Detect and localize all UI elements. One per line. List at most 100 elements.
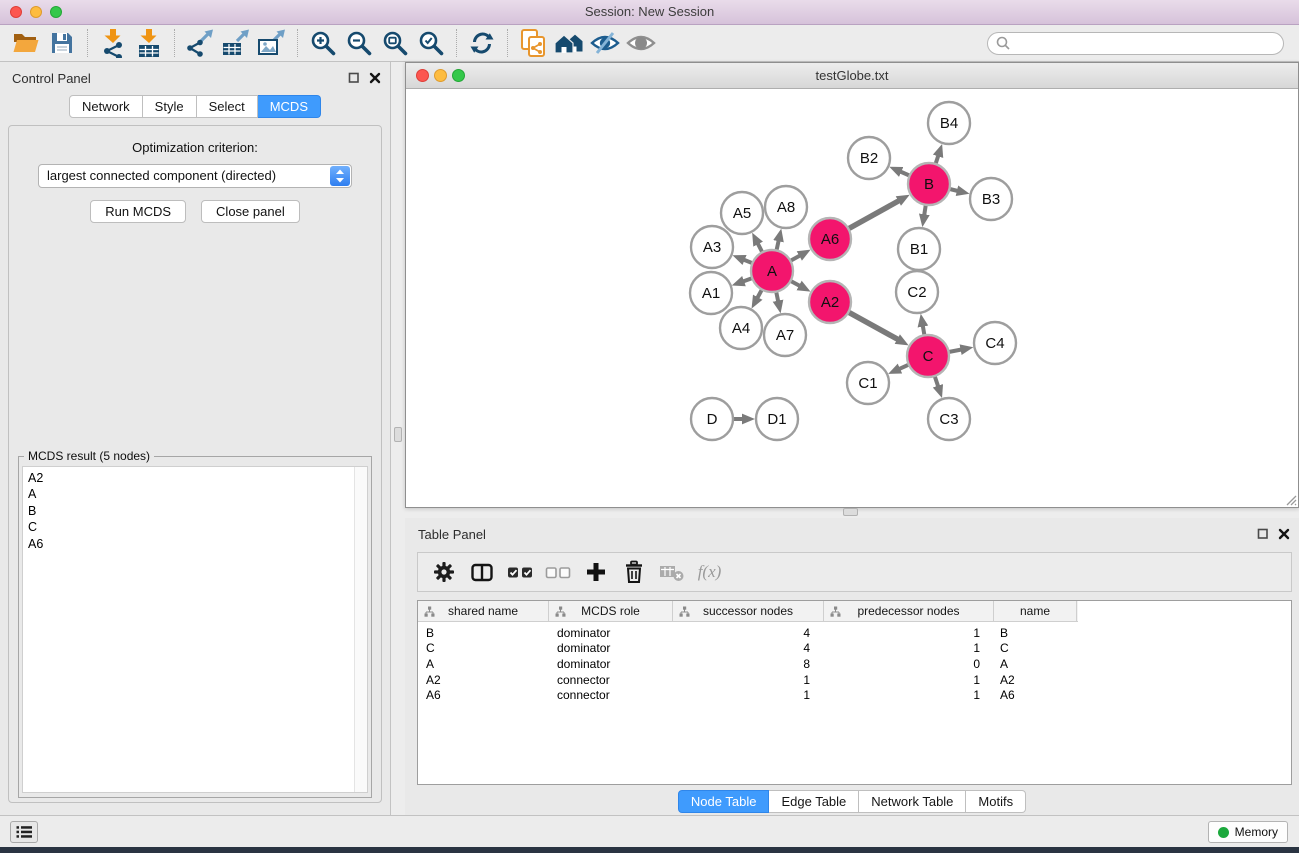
network-graph[interactable]: B4B2BB3A5A8A6A3B1AA1C2A2A4A7C4CC1C3DD1 [406, 89, 1298, 507]
optimization-criterion-select[interactable]: largest connected component (directed) [38, 164, 352, 188]
table-cell[interactable]: dominator [549, 626, 673, 640]
table-row[interactable]: Cdominator41C [418, 641, 1291, 657]
float-panel-icon[interactable] [1257, 528, 1269, 540]
mcds-result-list[interactable]: A2ABCA6 [22, 466, 368, 793]
network-close-button[interactable] [416, 69, 429, 82]
table-cell[interactable]: A [994, 657, 1077, 671]
network-window-titlebar[interactable]: testGlobe.txt [406, 63, 1298, 89]
table-cell[interactable]: 4 [673, 626, 824, 640]
column-header-mcds-role[interactable]: MCDS role [549, 601, 673, 621]
table-cell[interactable]: 4 [673, 641, 824, 655]
tab-motifs[interactable]: Motifs [966, 790, 1026, 813]
node-A1[interactable]: A1 [690, 272, 732, 314]
node-C2[interactable]: C2 [896, 271, 938, 313]
node-B1[interactable]: B1 [898, 228, 940, 270]
zoom-in-button[interactable] [305, 27, 341, 59]
table-cell[interactable]: A2 [994, 673, 1077, 687]
open-session-button[interactable] [8, 27, 44, 59]
node-C1[interactable]: C1 [847, 362, 889, 404]
table-row[interactable]: Bdominator41B [418, 625, 1291, 641]
table-cell[interactable]: C [994, 641, 1077, 655]
tab-mcds[interactable]: MCDS [258, 95, 321, 118]
table-cell[interactable]: 1 [673, 688, 824, 702]
table-cell[interactable]: 1 [824, 673, 994, 687]
node-A6[interactable]: A6 [809, 218, 851, 260]
select-all-checkboxes-button[interactable] [504, 557, 535, 588]
node-B[interactable]: B [908, 163, 950, 205]
float-panel-icon[interactable] [348, 72, 360, 84]
column-header-predecessor-nodes[interactable]: predecessor nodes [824, 601, 994, 621]
table-cell[interactable]: 8 [673, 657, 824, 671]
node-A2[interactable]: A2 [809, 281, 851, 323]
tab-select[interactable]: Select [197, 95, 258, 118]
memory-button[interactable]: Memory [1208, 821, 1288, 843]
table-cell[interactable]: 1 [824, 641, 994, 655]
search-field[interactable] [987, 32, 1284, 55]
node-B3[interactable]: B3 [970, 178, 1012, 220]
resize-grip-icon[interactable] [1283, 492, 1297, 506]
mcds-result-item[interactable]: A [28, 486, 367, 502]
refresh-layout-button[interactable] [464, 27, 500, 59]
save-session-button[interactable] [44, 27, 80, 59]
table-cell[interactable]: C [418, 641, 549, 655]
table-cell[interactable]: dominator [549, 657, 673, 671]
table-row[interactable]: Adominator80A [418, 656, 1291, 672]
table-options-button[interactable] [428, 557, 459, 588]
run-mcds-button[interactable]: Run MCDS [90, 200, 186, 223]
network-canvas[interactable]: B4B2BB3A5A8A6A3B1AA1C2A2A4A7C4CC1C3DD1 [406, 89, 1298, 507]
node-D[interactable]: D [691, 398, 733, 440]
splitter-handle-vertical[interactable] [394, 427, 402, 442]
table-cell[interactable]: B [418, 626, 549, 640]
column-header-shared-name[interactable]: shared name [418, 601, 549, 621]
table-cell[interactable]: A [418, 657, 549, 671]
splitter-handle-horizontal[interactable] [843, 508, 858, 516]
column-header-successor-nodes[interactable]: successor nodes [673, 601, 824, 621]
node-A3[interactable]: A3 [691, 226, 733, 268]
node-C[interactable]: C [907, 335, 949, 377]
table-row[interactable]: A2connector11A2 [418, 672, 1291, 688]
show-all-button[interactable] [623, 27, 659, 59]
close-panel-icon[interactable] [369, 72, 381, 84]
export-network-button[interactable] [182, 27, 218, 59]
column-view-button[interactable] [466, 557, 497, 588]
node-A5[interactable]: A5 [721, 192, 763, 234]
tab-node-table[interactable]: Node Table [678, 790, 770, 813]
clone-network-button[interactable] [515, 27, 551, 59]
delete-columns-button[interactable] [618, 557, 649, 588]
import-table-button[interactable] [131, 27, 167, 59]
first-neighbors-button[interactable] [551, 27, 587, 59]
node-D1[interactable]: D1 [756, 398, 798, 440]
node-B4[interactable]: B4 [928, 102, 970, 144]
node-A[interactable]: A [751, 250, 793, 292]
delete-table-button[interactable] [656, 557, 687, 588]
table-cell[interactable]: 1 [824, 626, 994, 640]
table-cell[interactable]: connector [549, 673, 673, 687]
tab-style[interactable]: Style [143, 95, 197, 118]
zoom-out-button[interactable] [341, 27, 377, 59]
table-cell[interactable]: A2 [418, 673, 549, 687]
zoom-window-button[interactable] [50, 6, 62, 18]
search-input[interactable] [1015, 36, 1275, 50]
table-row[interactable]: A6connector11A6 [418, 687, 1291, 703]
hide-selected-button[interactable] [587, 27, 623, 59]
node-C3[interactable]: C3 [928, 398, 970, 440]
node-A8[interactable]: A8 [765, 186, 807, 228]
function-builder-button[interactable]: f(x) [694, 557, 725, 588]
mcds-result-item[interactable]: C [28, 519, 367, 535]
table-cell[interactable]: connector [549, 688, 673, 702]
edge-A2-C[interactable] [845, 310, 898, 339]
close-window-button[interactable] [10, 6, 22, 18]
import-network-button[interactable] [95, 27, 131, 59]
zoom-fit-button[interactable] [377, 27, 413, 59]
node-C4[interactable]: C4 [974, 322, 1016, 364]
deselect-all-checkboxes-button[interactable] [542, 557, 573, 588]
table-cell[interactable]: A6 [418, 688, 549, 702]
table-cell[interactable]: 1 [673, 673, 824, 687]
close-panel-icon[interactable] [1278, 528, 1290, 540]
column-header-name[interactable]: name [994, 601, 1077, 621]
mcds-result-item[interactable]: A2 [28, 470, 367, 486]
tab-network-table[interactable]: Network Table [859, 790, 966, 813]
export-table-button[interactable] [218, 27, 254, 59]
task-history-button[interactable] [10, 821, 38, 843]
network-zoom-button[interactable] [452, 69, 465, 82]
